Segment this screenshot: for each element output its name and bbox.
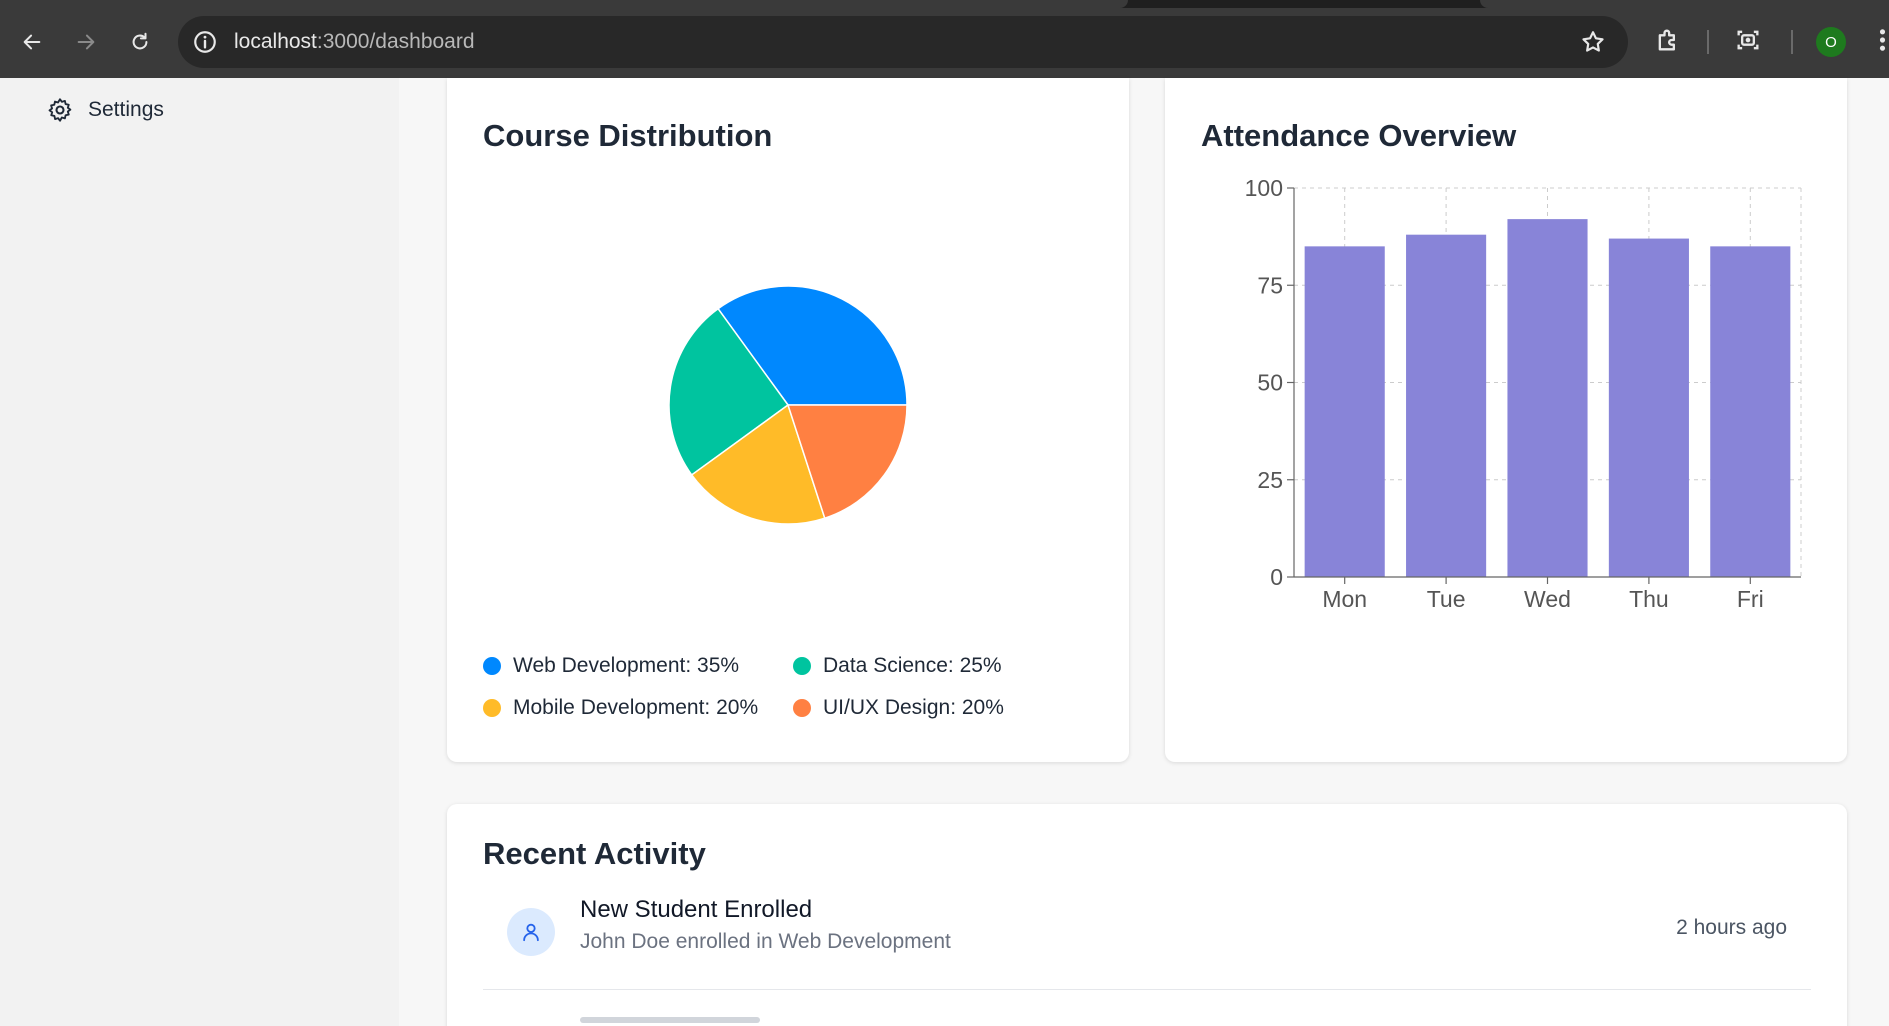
attendance-overview-card: Attendance Overview 0 25 50 75 100 Mon Tue Wed T… [1165, 78, 1847, 762]
back-icon [23, 34, 41, 50]
x-tick-label: Tue [1427, 586, 1466, 612]
star-icon[interactable] [1580, 29, 1606, 55]
legend-swatch [793, 657, 811, 675]
legend-item[interactable]: Web Development: 35% [483, 654, 739, 678]
bar-mon[interactable] [1304, 246, 1385, 577]
legend-label: UI/UX Design: 20% [823, 696, 1004, 719]
user-icon [523, 923, 539, 942]
card-title: Recent Activity [483, 836, 706, 871]
legend-label: Data Science: 25% [823, 654, 1002, 677]
bar-fri[interactable] [1710, 246, 1791, 577]
x-tick-label: Mon [1322, 586, 1367, 612]
tab-strip [0, 0, 1889, 8]
sidebar: Settings [0, 78, 399, 1026]
tab-active[interactable] [0, 0, 1128, 8]
y-tick-label: 50 [1257, 370, 1283, 396]
gear-icon [48, 98, 72, 122]
address-bar[interactable]: localhost:3000/dashboard [178, 16, 1628, 68]
extensions-icon[interactable] [1654, 26, 1682, 54]
back-button[interactable] [14, 24, 50, 60]
activity-title: New Student Enrolled [580, 896, 813, 923]
sidebar-item-label: Settings [88, 98, 164, 121]
url-text: localhost:3000/dashboard [234, 30, 475, 54]
activity-item[interactable]: New Student Enrolled John Doe enrolled i… [483, 894, 1811, 990]
bar-chart: 0 25 50 75 100 Mon Tue Wed Thu Fri [1245, 175, 1802, 612]
x-tick-label: Wed [1524, 586, 1571, 612]
activity-description: John Doe enrolled in Web Development [580, 930, 951, 953]
legend-swatch [483, 699, 501, 717]
forward-icon [77, 34, 95, 50]
profile-avatar[interactable]: O [1816, 27, 1846, 57]
x-tick-label: Thu [1629, 586, 1669, 612]
legend-item[interactable]: Data Science: 25% [793, 654, 1002, 678]
reload-icon [132, 32, 148, 50]
bar-tue[interactable] [1406, 234, 1487, 577]
activity-time: 2 hours ago [1676, 916, 1787, 939]
toolbar-divider [1791, 30, 1793, 54]
activity-item-partial [580, 1017, 760, 1023]
sidebar-item-settings[interactable]: Settings [46, 92, 164, 128]
activity-icon-badge [507, 908, 555, 956]
tab-inactive[interactable] [1480, 0, 1889, 8]
recent-activity-card: Recent Activity New Student Enrolled Joh… [447, 804, 1847, 1026]
legend-label: Web Development: 35% [513, 654, 740, 677]
url-host: localhost [234, 30, 317, 53]
forward-button[interactable] [68, 24, 104, 60]
legend-item[interactable]: UI/UX Design: 20% [793, 696, 1004, 720]
course-distribution-card: Course Distribution Web Development: 35%… [447, 78, 1129, 762]
pie-chart [668, 285, 908, 525]
legend-item[interactable]: Mobile Development: 20% [483, 696, 758, 720]
info-icon[interactable] [192, 29, 218, 55]
browser-toolbar: localhost:3000/dashboard O [0, 0, 1889, 78]
y-tick-label: 75 [1257, 272, 1283, 298]
legend-label: Mobile Development: 20% [513, 696, 759, 719]
y-tick-label: 100 [1245, 175, 1283, 201]
y-tick-label: 25 [1257, 467, 1283, 493]
legend-swatch [793, 699, 811, 717]
bar-thu[interactable] [1608, 238, 1689, 577]
legend-swatch [483, 657, 501, 675]
bar-wed[interactable] [1507, 219, 1588, 577]
url-path: :3000/dashboard [316, 30, 475, 53]
toolbar-divider [1707, 30, 1709, 54]
screenshot-icon[interactable] [1734, 26, 1762, 54]
x-tick-label: Fri [1737, 586, 1764, 612]
y-tick-label: 0 [1270, 564, 1283, 590]
more-icon[interactable] [1876, 26, 1889, 54]
reload-button[interactable] [122, 24, 158, 60]
